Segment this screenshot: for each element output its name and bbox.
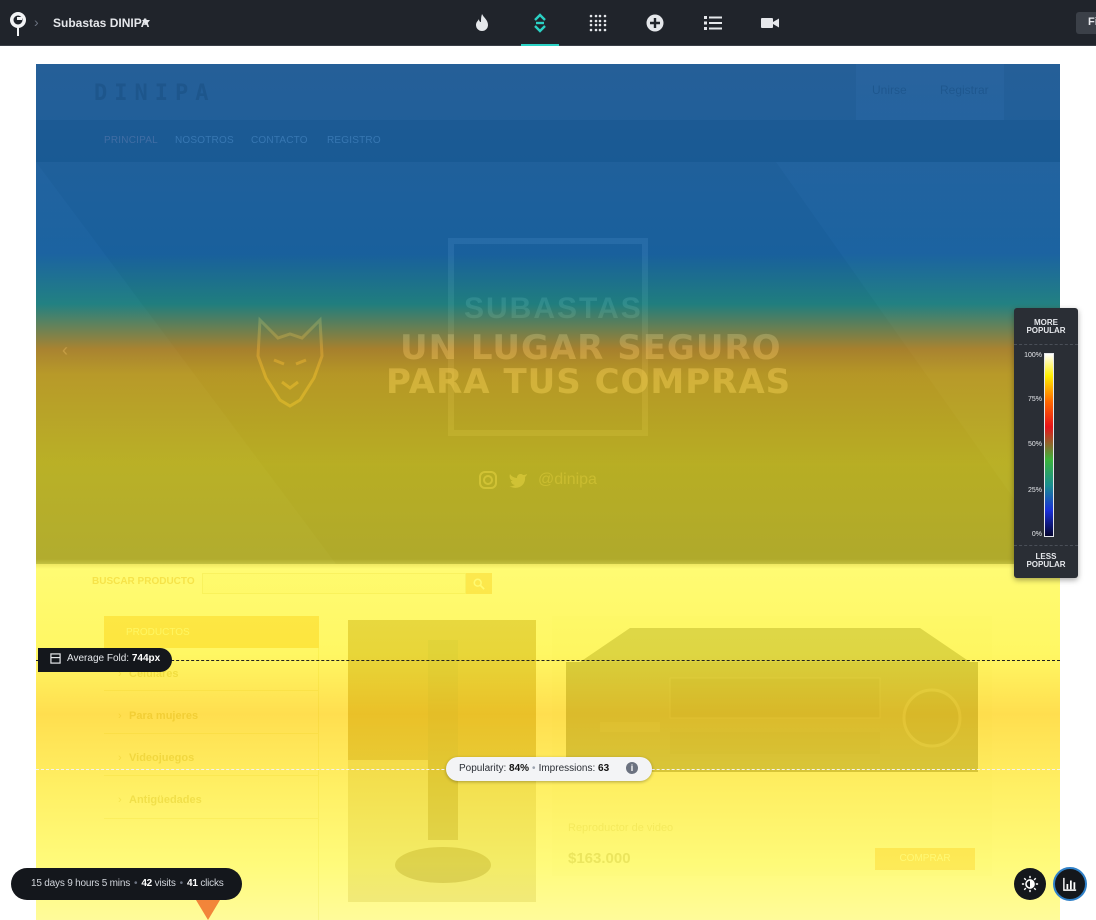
chevron-down-icon[interactable] [142,20,150,25]
categories-title: PRODUCTOS [126,627,190,638]
scroll-icon[interactable] [521,8,559,46]
product-search-input[interactable] [202,573,466,594]
fold-icon [50,653,61,664]
popularity-value: 84% [509,763,530,774]
scroll-marker-icon [196,900,220,920]
divider [104,818,319,819]
session-stats: 15 days 9 hours 5 mins • 42 visits • 41 clic… [11,868,242,900]
wolf-logo-icon [256,316,324,408]
legend-color-scale [1044,353,1054,537]
nav-registro[interactable]: REGISTRO [327,135,381,146]
legend-tick: 100% [1024,352,1042,359]
grid-dots-icon[interactable] [581,8,615,38]
buy-button[interactable]: COMPRAR [875,848,975,870]
video-camera-icon[interactable] [753,8,787,38]
category-item[interactable]: › Videojuegos [118,752,194,764]
app-logo-icon[interactable] [8,8,28,38]
popularity-tooltip: Popularity: 84% • Impressions: 63 i [446,757,652,781]
legend-tick: 75% [1027,396,1042,403]
nav-principal[interactable]: PRINCIPAL [104,135,158,146]
legend-tick: 0% [1031,531,1042,538]
popularity-legend: MORE POPULAR 100% 75% 50% 25% 0% LESS POPU… [1014,308,1078,578]
sun-icon [1021,875,1039,893]
social-handle[interactable]: @dinipa [538,471,597,489]
category-item[interactable]: › Antigüedades [118,794,202,806]
fold-label: Average Fold: [67,653,130,664]
legend-bottom-label: LESS POPULAR [1026,552,1066,569]
report-button[interactable] [1053,867,1087,901]
product-card: Reproductor de video $163.000 COMPRAR [552,616,992,876]
legend-tick: 25% [1027,487,1042,494]
legend-tick: 50% [1027,441,1042,448]
average-fold-line [36,660,1060,661]
divider [1014,344,1078,345]
visits-count: 42 [141,878,153,889]
twitter-icon[interactable] [508,470,528,490]
fire-icon[interactable] [465,8,499,38]
fold-value: 744px [131,653,161,664]
instagram-icon[interactable] [478,470,498,490]
site-selector[interactable]: Subastas DINIPA [53,16,149,30]
list-icon[interactable] [696,8,730,38]
social-links: @dinipa [478,468,597,492]
category-item[interactable]: › Para mujeres [118,710,198,722]
carousel-prev-icon[interactable]: ‹ [62,340,68,361]
impressions-label: Impressions: [538,763,596,774]
search-row: BUSCAR PRODUCTO [36,564,1060,614]
join-link[interactable]: Unirse [872,83,907,97]
breadcrumb-chevron-icon: › [34,14,39,30]
clicks-count: 41 [186,878,198,889]
hero-headline-2: PARA TUS COMPRAS [386,362,792,402]
search-icon [473,578,485,590]
filter-button[interactable]: Fi [1076,12,1096,34]
divider [104,775,319,776]
theme-toggle-button[interactable] [1014,868,1046,900]
stats-duration: 15 days 9 hours 5 mins [31,878,130,889]
site-header: DINIPA Unirse Registrar [36,64,1060,120]
product-name[interactable]: Reproductor de video [568,822,673,834]
header-actions: Unirse Registrar [856,64,1004,120]
site-brand[interactable]: DINIPA [94,81,215,106]
nav-nosotros[interactable]: NOSOTROS [175,135,234,146]
site-nav: PRINCIPAL NOSOTROS CONTACTO REGISTRO [36,120,1060,162]
visits-label: visits [154,878,176,889]
search-button[interactable] [466,573,492,594]
plus-circle-icon[interactable] [638,8,672,38]
register-link[interactable]: Registrar [940,83,989,97]
divider [104,690,319,691]
clicks-label: clicks [200,878,224,889]
heatmap-toolbar: › Subastas DINIPA Fi [0,0,1096,46]
hero-frame-text: SUBASTAS [464,292,643,325]
hero-banner: SUBASTAS ‹ UN LUGAR SEGURO PARA TUS COMP… [36,162,1060,564]
product-price: $163.000 [568,850,631,867]
info-icon[interactable]: i [626,762,638,774]
page-preview: DINIPA Unirse Registrar PRINCIPAL NOSOTR… [36,64,1060,920]
categories-header: PRODUCTOS [104,616,319,648]
impressions-value: 63 [598,763,610,774]
divider [1014,545,1078,546]
nav-contacto[interactable]: CONTACTO [251,135,308,146]
bar-chart-icon [1063,877,1077,891]
popularity-label: Popularity: [459,763,507,774]
search-label: BUSCAR PRODUCTO [92,576,195,587]
legend-top-label: MORE POPULAR [1026,318,1066,335]
average-fold-badge[interactable]: Average Fold: 744px [38,648,173,672]
divider [104,733,319,734]
